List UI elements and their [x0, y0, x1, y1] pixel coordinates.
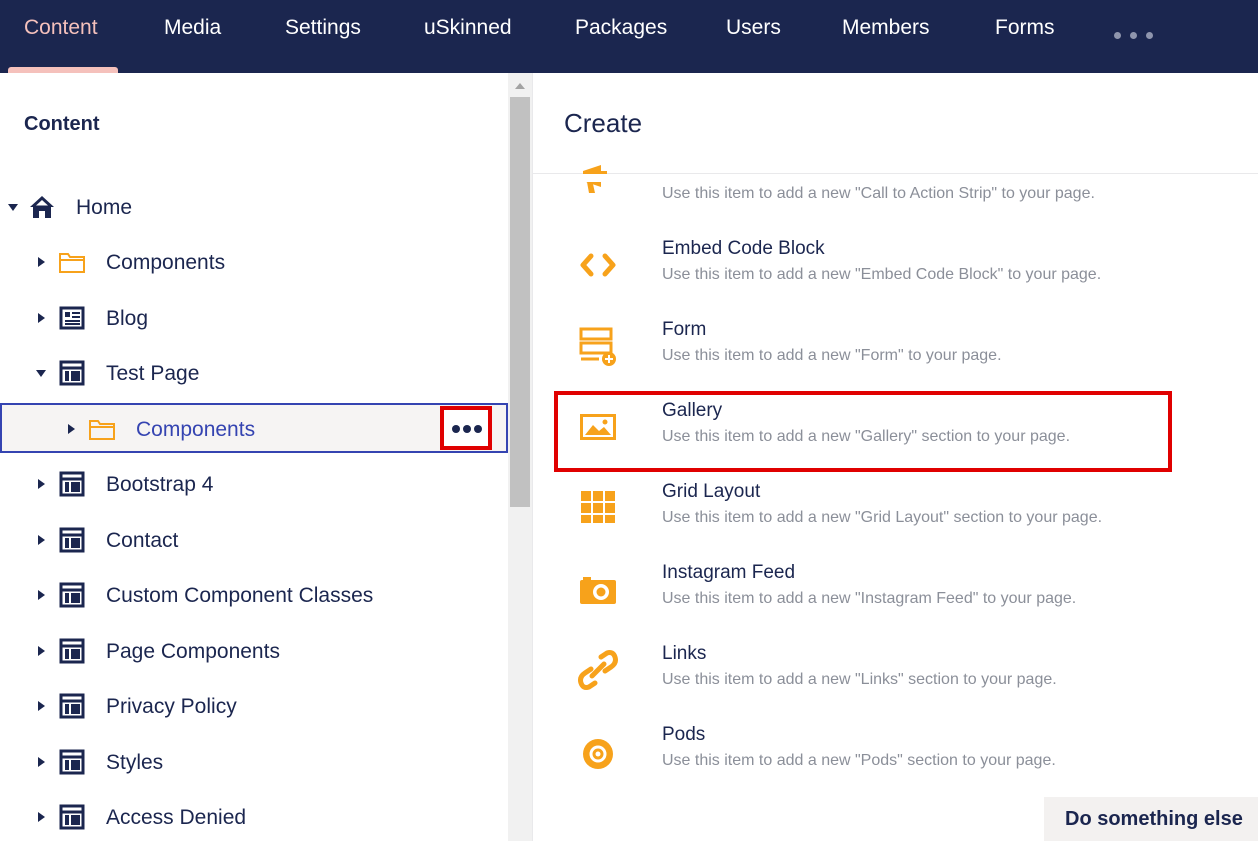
caret-right-icon[interactable]	[38, 535, 45, 545]
create-item-name: Links	[662, 643, 707, 664]
tree-node-access-denied[interactable]: Access Denied	[0, 794, 508, 840]
tree-node-styles[interactable]: Styles	[0, 739, 508, 785]
tree-node-label: Access Denied	[106, 806, 247, 829]
folder-icon	[89, 420, 115, 440]
tree-node-page-components[interactable]: Page Components	[0, 628, 508, 674]
tree-node-label: Components	[106, 251, 226, 274]
create-item-desc: Use this item to add a new "Call to Acti…	[662, 185, 1095, 202]
create-item-form[interactable]: Form Use this item to add a new "Form" t…	[563, 319, 1223, 399]
create-item-name: Form	[662, 319, 707, 340]
top-navigation: Content Media Settings uSkinned Packages…	[0, 0, 1258, 73]
nav-members[interactable]: Members	[842, 16, 930, 46]
tree-node-label: Page Components	[106, 640, 280, 663]
tree-node-bootstrap-4[interactable]: Bootstrap 4	[0, 461, 508, 507]
caret-right-icon[interactable]	[38, 479, 45, 489]
caret-right-icon[interactable]	[38, 590, 45, 600]
page-layout-icon	[59, 360, 85, 386]
page-layout-icon	[59, 804, 85, 830]
create-item-embed-code-block[interactable]: Embed Code Block Use this item to add a …	[563, 238, 1223, 318]
caret-right-icon[interactable]	[38, 257, 45, 267]
tree-node-label: Home	[76, 196, 133, 219]
page-layout-icon	[59, 582, 85, 608]
tree-node-label: Styles	[106, 751, 164, 774]
caret-right-icon[interactable]	[38, 757, 45, 767]
caret-down-icon[interactable]	[36, 370, 46, 377]
nav-packages[interactable]: Packages	[575, 16, 667, 46]
page-layout-icon	[59, 693, 85, 719]
scroll-up-arrow-icon[interactable]	[515, 83, 525, 89]
create-item-grid-layout[interactable]: Grid Layout Use this item to add a new "…	[563, 481, 1223, 561]
tree-node-contact[interactable]: Contact	[0, 517, 508, 563]
tree-node-label: Custom Component Classes	[106, 584, 374, 607]
tree-node-label: Privacy Policy	[106, 695, 237, 718]
tree-node-privacy-policy[interactable]: Privacy Policy	[0, 683, 508, 729]
create-item-name: Grid Layout	[662, 481, 761, 502]
create-panel: Create Use this item to add a new "Call …	[532, 73, 1258, 841]
tree-node-components[interactable]: Components	[0, 239, 508, 285]
tree-scrollbar[interactable]	[508, 73, 532, 841]
grid-icon	[581, 491, 615, 523]
caret-right-icon[interactable]	[38, 701, 45, 711]
create-item-desc: Use this item to add a new "Form" to you…	[662, 347, 1002, 364]
create-item-name: Embed Code Block	[662, 238, 825, 259]
newspaper-icon	[59, 306, 85, 330]
ellipsis-icon[interactable]	[1114, 30, 1158, 42]
tree-node-components-selected[interactable]: Components	[0, 403, 508, 453]
create-item-links[interactable]: Links Use this item to add a new "Links"…	[563, 643, 1223, 723]
target-icon	[583, 739, 613, 769]
create-item-instagram-feed[interactable]: Instagram Feed Use this item to add a ne…	[563, 562, 1223, 642]
code-icon	[580, 253, 616, 277]
form-icon	[579, 327, 616, 366]
nav-uskinned[interactable]: uSkinned	[424, 16, 512, 46]
tree-heading: Content	[24, 113, 100, 135]
create-item-desc: Use this item to add a new "Links" secti…	[662, 671, 1057, 688]
camera-icon	[580, 577, 616, 604]
page-layout-icon	[59, 527, 85, 553]
megaphone-icon	[583, 165, 607, 193]
tree-node-label: Blog	[106, 307, 149, 330]
tree-node-label: Contact	[106, 529, 179, 552]
create-item-desc: Use this item to add a new "Instagram Fe…	[662, 590, 1077, 607]
caret-right-icon[interactable]	[38, 313, 45, 323]
create-item-name: Instagram Feed	[662, 562, 796, 583]
do-something-else-button[interactable]: Do something else	[1044, 797, 1258, 841]
home-icon	[30, 196, 54, 218]
content-tree: Content Home Components Blog Test Page C…	[0, 73, 508, 841]
create-item-name: Gallery	[662, 400, 723, 421]
caret-right-icon[interactable]	[68, 424, 75, 434]
panel-title: Create	[564, 108, 643, 138]
nav-forms[interactable]: Forms	[995, 16, 1055, 46]
scroll-thumb[interactable]	[510, 97, 530, 507]
link-icon	[578, 650, 618, 690]
image-icon	[580, 414, 616, 440]
tree-node-label: Test Page	[106, 362, 200, 385]
create-item-desc: Use this item to add a new "Embed Code B…	[662, 266, 1102, 283]
tree-node-test-page[interactable]: Test Page	[0, 350, 508, 396]
create-item-gallery[interactable]: Gallery Use this item to add a new "Gall…	[563, 400, 1223, 480]
nav-content[interactable]: Content	[24, 16, 98, 46]
page-layout-icon	[59, 749, 85, 775]
tree-node-home[interactable]: Home	[0, 184, 508, 230]
create-item-desc: Use this item to add a new "Grid Layout"…	[662, 509, 1103, 526]
tree-node-label: Components	[136, 418, 256, 441]
create-item-call-to-action-strip[interactable]: Use this item to add a new "Call to Acti…	[563, 157, 1223, 237]
folder-icon	[59, 253, 85, 273]
create-item-desc: Use this item to add a new "Gallery" sec…	[662, 428, 1071, 445]
node-actions-button[interactable]	[440, 406, 492, 450]
create-item-pods[interactable]: Pods Use this item to add a new "Pods" s…	[563, 724, 1223, 804]
page-layout-icon	[59, 638, 85, 664]
tree-node-label: Bootstrap 4	[106, 473, 214, 496]
caret-down-icon[interactable]	[8, 204, 18, 211]
caret-right-icon[interactable]	[38, 646, 45, 656]
create-item-desc: Use this item to add a new "Pods" sectio…	[662, 752, 1056, 769]
tree-node-blog[interactable]: Blog	[0, 295, 508, 341]
nav-settings[interactable]: Settings	[285, 16, 361, 46]
nav-users[interactable]: Users	[726, 16, 781, 46]
create-item-name: Pods	[662, 724, 706, 745]
caret-right-icon[interactable]	[38, 812, 45, 822]
page-layout-icon	[59, 471, 85, 497]
scroll-clip	[533, 174, 1258, 182]
nav-media[interactable]: Media	[164, 16, 221, 46]
tree-node-custom-component-classes[interactable]: Custom Component Classes	[0, 572, 508, 618]
